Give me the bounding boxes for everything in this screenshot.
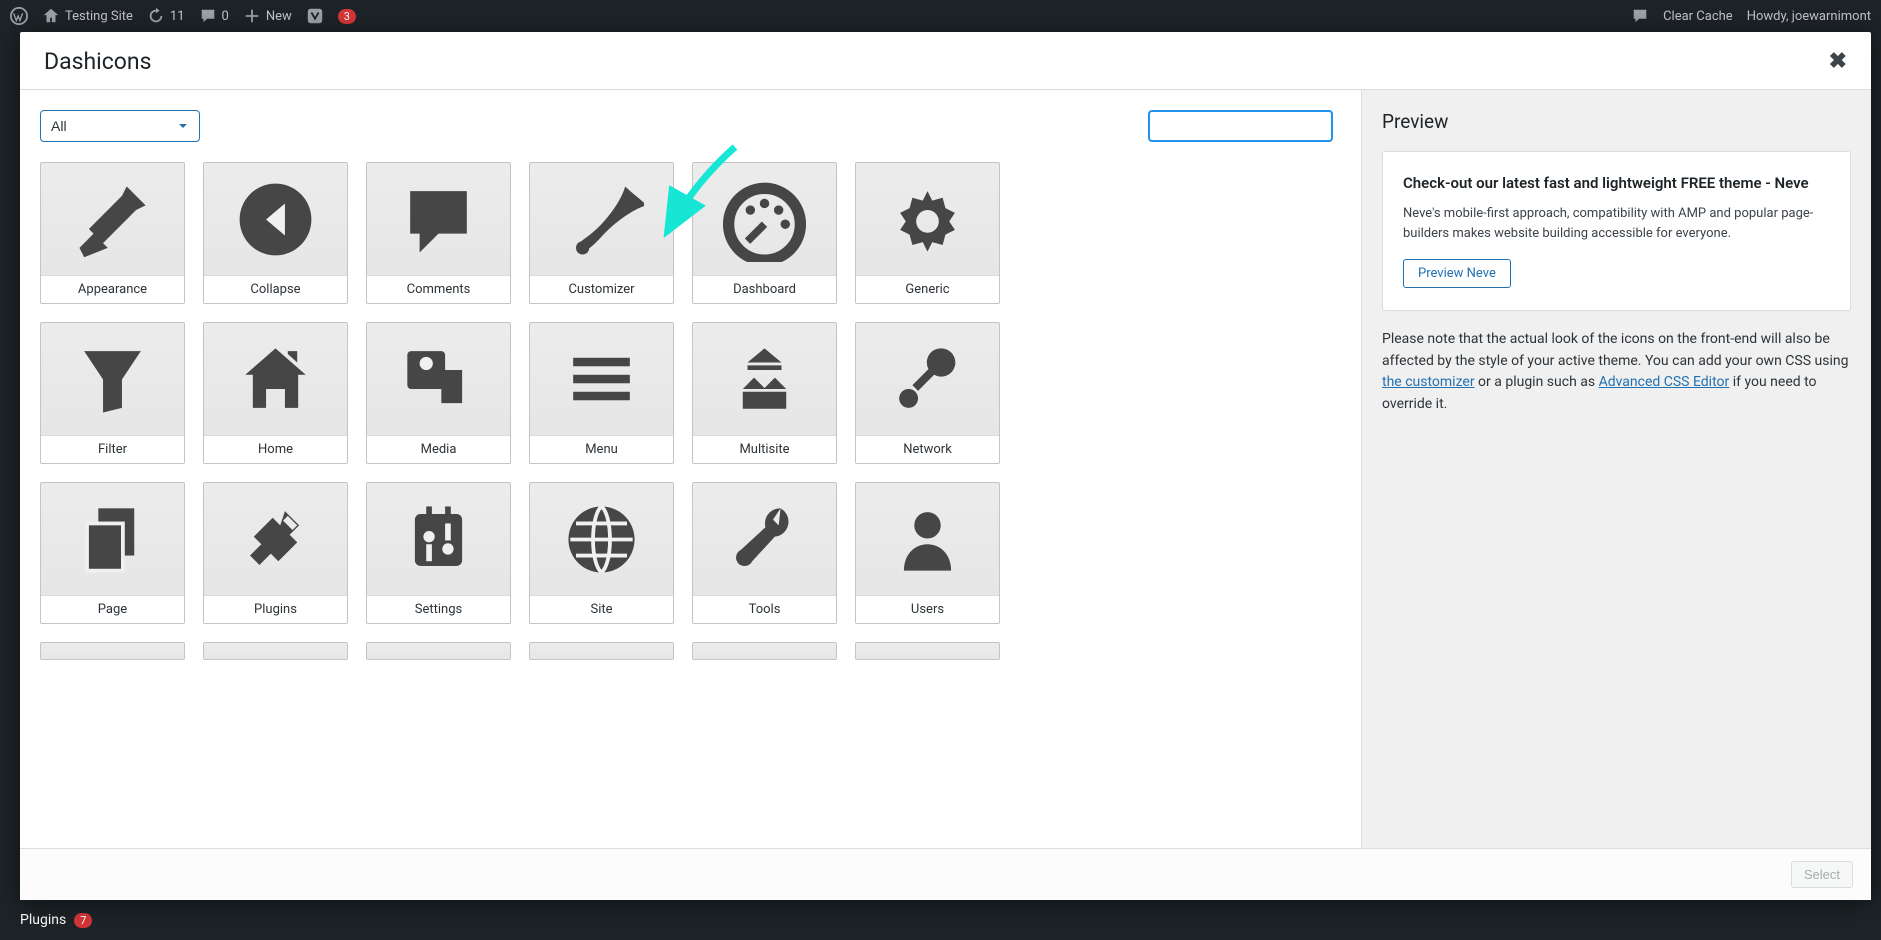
icon-label: Collapse (204, 275, 347, 303)
icon-tile-partial[interactable] (40, 642, 185, 660)
icon-tile-filter[interactable]: Filter (40, 322, 185, 464)
category-select[interactable]: All (40, 110, 200, 142)
updates[interactable]: 11 (147, 7, 185, 25)
modal-title: Dashicons (44, 48, 151, 75)
icon-tile-customizer[interactable]: Customizer (529, 162, 674, 304)
neve-body: Neve's mobile-first approach, compatibil… (1403, 204, 1830, 243)
icon-tile-comments[interactable]: Comments (366, 162, 511, 304)
icon-label: Customizer (530, 275, 673, 303)
admin-sidebar (0, 32, 20, 940)
filter-icon (41, 323, 184, 435)
icon-tile-partial[interactable] (529, 642, 674, 660)
notif-badge[interactable]: 3 (338, 9, 356, 24)
icon-label: Menu (530, 435, 673, 463)
icon-tile-generic[interactable]: Generic (855, 162, 1000, 304)
select-button[interactable]: Select (1791, 861, 1853, 888)
icon-tile-tools[interactable]: Tools (692, 482, 837, 624)
appearance-icon (41, 163, 184, 275)
icon-tile-settings[interactable]: Settings (366, 482, 511, 624)
icon-tile-network[interactable]: Network (855, 322, 1000, 464)
preview-pane: Preview Check-out our latest fast and li… (1361, 90, 1871, 848)
icon-label: Comments (367, 275, 510, 303)
icon-tile-plugins[interactable]: Plugins (203, 482, 348, 624)
preview-neve-button[interactable]: Preview Neve (1403, 259, 1511, 288)
icon-tile-partial[interactable] (855, 642, 1000, 660)
collapse-icon (204, 163, 347, 275)
icon-label: Generic (856, 275, 999, 303)
icon-label: Dashboard (693, 275, 836, 303)
icon-tile-menu[interactable]: Menu (529, 322, 674, 464)
advanced-css-link[interactable]: Advanced CSS Editor (1599, 374, 1730, 390)
users-icon (856, 483, 999, 595)
yoast-icon[interactable] (306, 7, 324, 25)
icon-tile-appearance[interactable]: Appearance (40, 162, 185, 304)
icon-label: Tools (693, 595, 836, 623)
network-icon (856, 323, 999, 435)
clear-cache[interactable]: Clear Cache (1663, 9, 1733, 24)
chat-icon[interactable] (1631, 7, 1649, 25)
comments-icon (367, 163, 510, 275)
neve-card: Check-out our latest fast and lightweigh… (1382, 151, 1851, 311)
admin-bar: Testing Site 11 0 New 3 Clear Cache Howd… (0, 0, 1881, 32)
site-name[interactable]: Testing Site (42, 7, 133, 25)
icon-tile-partial[interactable] (366, 642, 511, 660)
page-icon (41, 483, 184, 595)
icon-tile-collapse[interactable]: Collapse (203, 162, 348, 304)
icon-label: Multisite (693, 435, 836, 463)
icons-scroll[interactable]: Appearance Collapse Comments Customizer Dash… (40, 162, 1361, 828)
howdy[interactable]: Howdy, joewarnimont (1747, 9, 1871, 24)
icon-tile-page[interactable]: Page (40, 482, 185, 624)
preview-note: Please note that the actual look of the … (1382, 329, 1851, 416)
icon-tile-partial[interactable] (203, 642, 348, 660)
icon-label: Filter (41, 435, 184, 463)
dashicons-modal: Dashicons ✖ All Appearance Collapse Commen… (20, 32, 1871, 900)
home-icon (204, 323, 347, 435)
new[interactable]: New (243, 7, 292, 25)
site-icon (530, 483, 673, 595)
icon-label: Media (367, 435, 510, 463)
icon-label: Appearance (41, 275, 184, 303)
icon-label: Home (204, 435, 347, 463)
customizer-icon (530, 163, 673, 275)
icon-tile-site[interactable]: Site (529, 482, 674, 624)
wp-logo[interactable] (10, 7, 28, 25)
tools-icon (693, 483, 836, 595)
close-icon[interactable]: ✖ (1829, 49, 1847, 74)
icon-tile-partial[interactable] (692, 642, 837, 660)
multisite-icon (693, 323, 836, 435)
search-input[interactable] (1148, 110, 1333, 142)
icon-tile-media[interactable]: Media (366, 322, 511, 464)
icon-label: Page (41, 595, 184, 623)
icon-label: Site (530, 595, 673, 623)
sidebar-plugins[interactable]: Plugins 7 (20, 912, 92, 928)
dashboard-icon (693, 163, 836, 275)
icon-tile-home[interactable]: Home (203, 322, 348, 464)
icon-label: Settings (367, 595, 510, 623)
icon-label: Plugins (204, 595, 347, 623)
menu-icon (530, 323, 673, 435)
settings-icon (367, 483, 510, 595)
icon-label: Users (856, 595, 999, 623)
preview-heading: Preview (1382, 110, 1851, 133)
media-icon (367, 323, 510, 435)
generic-icon (856, 163, 999, 275)
icon-tile-multisite[interactable]: Multisite (692, 322, 837, 464)
icon-tile-dashboard[interactable]: Dashboard (692, 162, 837, 304)
customizer-link[interactable]: the customizer (1382, 374, 1475, 390)
icon-label: Network (856, 435, 999, 463)
neve-title: Check-out our latest fast and lightweigh… (1403, 174, 1830, 192)
plugins-icon (204, 483, 347, 595)
icon-tile-users[interactable]: Users (855, 482, 1000, 624)
comments-count[interactable]: 0 (199, 7, 229, 25)
